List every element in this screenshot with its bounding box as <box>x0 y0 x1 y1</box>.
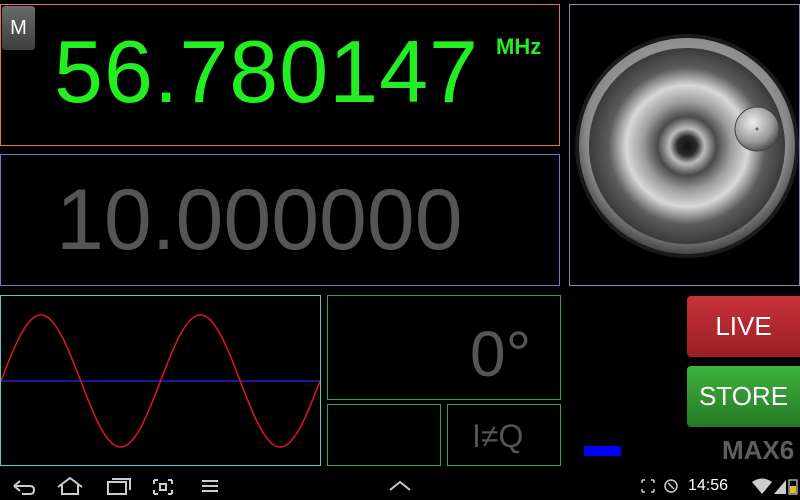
sync-icon <box>664 479 678 493</box>
frequency-value[interactable]: 56.780147 <box>54 26 479 118</box>
status-time: 14:56 <box>688 477 729 494</box>
phase-value[interactable]: 0° <box>470 318 531 390</box>
step-value[interactable]: 10.000000 <box>56 174 463 266</box>
device-label: MAX6 <box>722 435 795 465</box>
live-button[interactable]: LIVE <box>687 296 800 357</box>
battery-icon <box>788 479 798 495</box>
iq-label[interactable]: I≠Q <box>472 418 523 454</box>
system-nav-bar <box>0 472 800 500</box>
chevron-up-icon[interactable] <box>389 480 411 491</box>
signal-icon <box>774 480 786 494</box>
tuning-knob[interactable] <box>570 5 799 285</box>
waveform-display <box>0 314 321 448</box>
store-button[interactable]: STORE <box>687 366 800 427</box>
back-icon[interactable] <box>13 480 36 495</box>
waveform-panel <box>0 295 321 466</box>
level-meter <box>584 446 621 456</box>
recent-apps-icon[interactable] <box>107 478 131 495</box>
home-icon[interactable] <box>57 476 83 495</box>
screenshot-icon[interactable] <box>153 479 173 495</box>
menu-icon[interactable] <box>202 480 218 492</box>
screenshot-icon <box>641 479 655 493</box>
frequency-unit: MHz <box>496 34 542 59</box>
wifi-icon <box>752 478 772 494</box>
blank-panel[interactable] <box>327 404 441 466</box>
tuning-knob-panel <box>569 4 800 286</box>
mode-button[interactable]: M <box>2 6 35 50</box>
